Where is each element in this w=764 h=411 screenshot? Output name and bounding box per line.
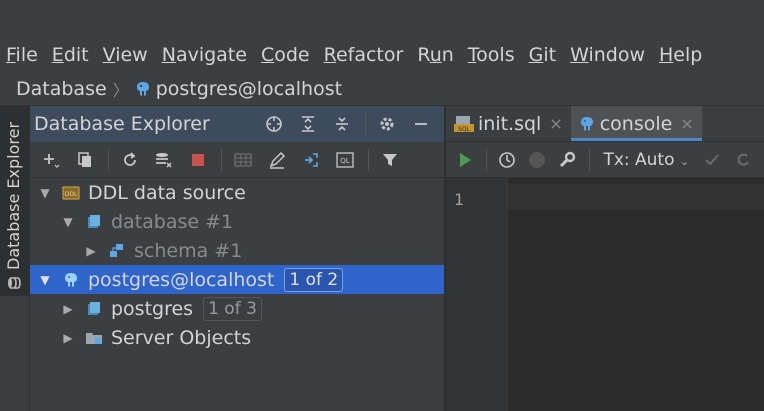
breadcrumb-separator: 〉 [112, 80, 129, 100]
side-tab-database-explorer[interactable]: Database Explorer [0, 106, 30, 296]
svg-text:QL: QL [340, 157, 350, 165]
schema-icon[interactable] [153, 149, 175, 171]
postgres-icon [580, 116, 593, 131]
toolbar-divider [221, 148, 222, 171]
cancel-query-icon[interactable] [528, 149, 546, 171]
tree-item-postgres[interactable]: ▶ postgres 1 of 3 [30, 294, 444, 323]
chevron-right-icon[interactable]: ▶ [59, 331, 77, 345]
folder-icon [85, 329, 103, 347]
svg-text:SQL: SQL [458, 126, 471, 133]
menu-git[interactable]: Git [529, 44, 556, 66]
menu-file[interactable]: File [6, 44, 38, 66]
explorer-toolbar: QL [30, 142, 444, 178]
table-icon[interactable] [232, 149, 254, 171]
chevron-down-icon[interactable]: ▼ [36, 273, 54, 287]
edit-icon[interactable] [266, 149, 288, 171]
side-tab-label: Database Explorer [4, 121, 23, 270]
menu-view[interactable]: View [103, 44, 148, 66]
database-explorer-panel: Database Explorer QL ▼ DDL DDL data sour… [30, 106, 445, 411]
breadcrumb-root[interactable]: Database [16, 78, 107, 100]
menu-help[interactable]: Help [659, 44, 702, 66]
panel-title: Database Explorer [34, 113, 210, 135]
code-editor[interactable] [509, 178, 764, 411]
postgres-icon [136, 81, 149, 96]
tree-item-schema-1[interactable]: ▶ schema #1 [30, 236, 444, 265]
menu-run[interactable]: Run [417, 44, 453, 66]
jump-to-icon[interactable] [300, 149, 322, 171]
toolbar-divider [588, 148, 590, 171]
refresh-icon[interactable] [119, 149, 141, 171]
menu-navigate[interactable]: Navigate [162, 44, 247, 66]
left-tool-strip: Database Explorer [0, 106, 30, 411]
minimize-icon[interactable] [410, 113, 432, 135]
chevron-right-icon[interactable]: ▶ [59, 302, 77, 316]
line-gutter [446, 178, 508, 411]
title-bar [0, 0, 764, 38]
panel-header: Database Explorer [30, 106, 444, 142]
editor-area: SQL init.sql × console × Tx: Auto ⌄ 1 [446, 106, 764, 411]
expand-all-icon[interactable] [297, 113, 319, 135]
header-divider [365, 113, 366, 135]
chevron-down-icon[interactable]: ▼ [36, 186, 54, 200]
count-badge: 1 of 3 [203, 296, 262, 321]
database-icon [7, 277, 21, 289]
tree-item-postgres-localhost[interactable]: ▼ postgres@localhost 1 of 2 [30, 265, 444, 294]
sql-file-icon: SQL [454, 115, 474, 133]
tree-item-server-objects[interactable]: ▶ Server Objects [30, 323, 444, 352]
copy-icon[interactable] [74, 149, 96, 171]
toolbar-divider [368, 148, 369, 171]
chevron-down-icon[interactable]: ▼ [59, 215, 77, 229]
collapse-all-icon[interactable] [331, 113, 353, 135]
menu-edit[interactable]: Edit [52, 44, 89, 66]
tx-mode-dropdown[interactable]: Tx: Auto ⌄ [603, 150, 689, 170]
gear-icon[interactable] [376, 113, 398, 135]
menu-code[interactable]: Code [261, 44, 310, 66]
commit-icon[interactable] [703, 149, 721, 171]
database-icon [85, 300, 103, 318]
database-tree: ▼ DDL DDL data source ▼ database #1 ▶ sc… [30, 178, 444, 352]
svg-text:DDL: DDL [65, 191, 78, 198]
wrench-icon[interactable] [558, 149, 576, 171]
toolbar-divider [486, 148, 488, 171]
close-icon[interactable]: × [680, 114, 693, 133]
breadcrumb-current[interactable]: postgres@localhost [156, 78, 342, 100]
query-console-icon[interactable]: QL [334, 149, 356, 171]
count-badge: 1 of 2 [284, 267, 344, 292]
database-icon [85, 213, 103, 231]
add-icon[interactable] [40, 149, 62, 171]
tab-init-sql[interactable]: SQL init.sql × [446, 106, 571, 141]
menu-tools[interactable]: Tools [468, 44, 515, 66]
crosshair-icon[interactable] [263, 113, 285, 135]
filter-icon[interactable] [379, 149, 401, 171]
tree-item-database-1[interactable]: ▼ database #1 [30, 207, 444, 236]
schema-icon [108, 242, 126, 260]
close-icon[interactable]: × [549, 114, 562, 133]
breadcrumb: Database 〉 postgres@localhost [0, 72, 764, 106]
menu-bar: File Edit View Navigate Code Refactor Ru… [0, 38, 764, 72]
ddl-icon: DDL [62, 184, 80, 202]
run-icon[interactable] [456, 149, 474, 171]
rollback-icon[interactable] [734, 149, 752, 171]
tab-console[interactable]: console × [570, 106, 702, 141]
menu-refactor[interactable]: Refactor [324, 44, 404, 66]
line-number: 1 [454, 190, 464, 209]
chevron-right-icon[interactable]: ▶ [82, 244, 100, 258]
editor-tabs: SQL init.sql × console × [446, 106, 764, 142]
postgres-icon [62, 271, 80, 289]
editor-toolbar: Tx: Auto ⌄ [446, 142, 764, 178]
toolbar-divider [108, 148, 109, 171]
chevron-down-icon: ⌄ [679, 154, 690, 168]
tree-item-ddl-data-source[interactable]: ▼ DDL DDL data source [30, 178, 444, 207]
history-icon[interactable] [497, 149, 515, 171]
menu-window[interactable]: Window [570, 44, 645, 66]
stop-icon[interactable] [187, 149, 209, 171]
